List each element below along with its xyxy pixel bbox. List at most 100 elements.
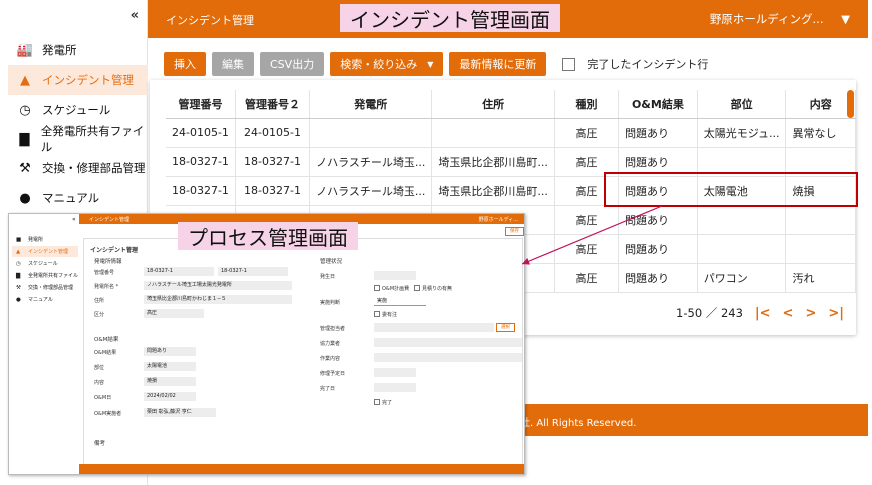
quote-label: 見積りの有無 bbox=[422, 286, 453, 292]
edit-button[interactable]: 編集 bbox=[212, 52, 254, 76]
table-row[interactable]: 24-0105-1 24-0105-1 高圧 問題あり 太陽光モジュ... 異常なし bbox=[166, 118, 856, 148]
field-label: 協力業者 bbox=[320, 341, 341, 347]
sidebar-item-power-plant[interactable]: 🏭 発電所 bbox=[8, 35, 148, 65]
inset-nav-label: マニュアル bbox=[28, 297, 53, 303]
inset-nav-shared-files[interactable]: ▇ 全発電所共有ファイル bbox=[12, 270, 78, 281]
inset-nav-label: スケジュール bbox=[28, 261, 58, 267]
table-cell: 24-0105-1 bbox=[235, 118, 311, 148]
inset-form: インシデント管理 発電所情報 管理状況 管理番号 18-0327-1 18-03… bbox=[83, 238, 523, 470]
table-scrollbar[interactable] bbox=[847, 90, 854, 118]
org-name: 野原ホールディング... bbox=[709, 12, 824, 26]
paid-checkbox[interactable] bbox=[374, 311, 380, 317]
inset-page-title: インシデント管理 bbox=[90, 247, 139, 254]
control-number-2-field[interactable]: 18-0327-1 bbox=[218, 267, 288, 276]
sidebar-item-shared-files[interactable]: ▇ 全発電所共有ファイル bbox=[8, 124, 148, 154]
section-remarks: 備考 bbox=[94, 441, 106, 447]
next-page-icon[interactable]: > bbox=[805, 306, 816, 321]
plant-name-field[interactable]: ノハラスチール埼玉工場太陽光発電所 bbox=[144, 281, 292, 290]
column-header[interactable]: 管理番号 bbox=[166, 90, 236, 119]
action-decision-select[interactable]: 実施 bbox=[374, 297, 426, 306]
content-field[interactable]: 焼損 bbox=[144, 377, 196, 386]
sidebar-item-manual[interactable]: ● マニュアル bbox=[8, 183, 148, 213]
sidebar-item-parts[interactable]: ⚒ 交換・修理部品管理 bbox=[8, 153, 148, 183]
inset-nav-parts[interactable]: ⚒ 交換・修理部品管理 bbox=[12, 282, 78, 293]
table-cell: 異常なし bbox=[785, 118, 856, 148]
column-header[interactable]: 管理番号２ bbox=[235, 90, 311, 119]
table-cell: 問題あり bbox=[618, 118, 698, 148]
completion-date-field[interactable] bbox=[374, 383, 416, 392]
inset-nav-label: 全発電所共有ファイル bbox=[28, 273, 79, 279]
quote-checkbox[interactable] bbox=[414, 285, 420, 291]
column-header[interactable]: 内容 bbox=[785, 90, 856, 119]
inset-nav-incident[interactable]: ▲ インシデント管理 bbox=[12, 246, 78, 257]
om-date-field[interactable]: 2024/02/02 bbox=[144, 392, 196, 401]
partner-field[interactable] bbox=[374, 338, 522, 347]
repair-date-field[interactable] bbox=[374, 368, 416, 377]
done-checkbox[interactable] bbox=[374, 399, 380, 405]
refresh-button[interactable]: 最新情報に更新 bbox=[449, 52, 547, 76]
occurrence-date-field[interactable] bbox=[374, 271, 416, 280]
last-page-icon[interactable]: >| bbox=[828, 306, 844, 321]
insert-button[interactable]: 挿入 bbox=[164, 52, 206, 76]
column-header[interactable]: 住所 bbox=[431, 90, 555, 119]
file-icon: ▇ bbox=[19, 131, 30, 147]
om-operator-field[interactable]: 栗田 彰弘,藤沢 亨仁 bbox=[144, 408, 216, 417]
table-cell: 18-0327-1 bbox=[166, 147, 236, 177]
om-plan-label: O&M計画費 bbox=[382, 286, 410, 292]
manager-field[interactable] bbox=[374, 323, 494, 332]
table-header-row: 管理番号 管理番号２ 発電所 住所 種別 O&M結果 部位 内容 bbox=[166, 90, 856, 119]
table-cell: 問題あり bbox=[618, 205, 698, 235]
csv-export-button[interactable]: CSV出力 bbox=[260, 52, 325, 76]
table-cell: 埼玉県比企郡川島町... bbox=[431, 147, 555, 177]
org-switcher[interactable]: 野原ホールディング... ▼ bbox=[710, 11, 850, 27]
completed-incidents-label: 完了したインシデント行 bbox=[587, 58, 709, 71]
inset-nav-power-plant[interactable]: ■ 発電所 bbox=[12, 234, 78, 245]
first-page-icon[interactable]: |< bbox=[755, 306, 771, 321]
column-header[interactable]: 発電所 bbox=[309, 90, 433, 119]
column-header[interactable]: 部位 bbox=[697, 90, 787, 119]
sidebar-item-label: インシデント管理 bbox=[42, 73, 134, 87]
file-icon: ▇ bbox=[16, 272, 21, 279]
warning-icon: ▲ bbox=[20, 72, 30, 88]
info-icon: ● bbox=[16, 296, 21, 303]
field-label: 発生日 bbox=[320, 274, 336, 280]
select-button[interactable]: 選択 bbox=[496, 323, 515, 332]
table-cell: ノハラスチール埼玉... bbox=[309, 147, 433, 177]
inset-nav-manual[interactable]: ● マニュアル bbox=[12, 294, 78, 305]
address-field[interactable]: 埼玉県比企郡川島町かわじま１−５ bbox=[144, 295, 292, 304]
section-status: 管理状況 bbox=[320, 259, 343, 265]
column-header[interactable]: 種別 bbox=[554, 90, 620, 119]
om-result-field[interactable]: 問題あり bbox=[144, 347, 196, 356]
search-filter-button[interactable]: 検索・絞り込み ▼ bbox=[330, 52, 444, 76]
field-label: O&M日 bbox=[94, 395, 112, 401]
copyright-text: 社. All Rights Reserved. bbox=[520, 418, 637, 429]
part-field[interactable]: 太陽電池 bbox=[144, 362, 196, 371]
completed-incidents-checkbox[interactable] bbox=[562, 57, 576, 71]
sidebar-item-schedule[interactable]: ◷ スケジュール bbox=[8, 95, 148, 125]
tools-icon: ⚒ bbox=[19, 160, 31, 176]
sidebar-item-label: 全発電所共有ファイル bbox=[40, 124, 145, 154]
field-label: 完了日 bbox=[320, 386, 336, 392]
row-highlight-box bbox=[604, 172, 858, 207]
om-plan-checkbox[interactable] bbox=[374, 285, 380, 291]
category-field[interactable]: 高圧 bbox=[144, 309, 204, 318]
work-content-field[interactable] bbox=[374, 353, 522, 362]
field-label: 実施判断 bbox=[320, 300, 341, 306]
column-header[interactable]: O&M結果 bbox=[618, 90, 698, 119]
paid-label: 委有注 bbox=[382, 312, 398, 318]
sidebar-item-incident[interactable]: ▲ インシデント管理 bbox=[8, 65, 148, 95]
inset-nav-schedule[interactable]: ◷ スケジュール bbox=[12, 258, 78, 269]
field-label: 修理予定日 bbox=[320, 371, 346, 377]
table-cell: 問題あり bbox=[618, 263, 698, 293]
clock-icon: ◷ bbox=[16, 260, 21, 267]
table-cell: 18-0327-1 bbox=[166, 176, 236, 206]
tools-icon: ⚒ bbox=[16, 284, 21, 291]
inset-nav-label: 交換・修理部品管理 bbox=[28, 285, 74, 291]
inset-nav-label: 発電所 bbox=[28, 237, 44, 243]
collapse-sidebar-button[interactable]: « bbox=[131, 8, 139, 23]
inset-header-title: インシデント管理 bbox=[89, 217, 130, 223]
prev-page-icon[interactable]: < bbox=[783, 306, 794, 321]
clock-icon: ◷ bbox=[19, 102, 31, 118]
control-number-field[interactable]: 18-0327-1 bbox=[144, 267, 214, 276]
inset-save-button[interactable]: 保存 bbox=[505, 227, 524, 236]
